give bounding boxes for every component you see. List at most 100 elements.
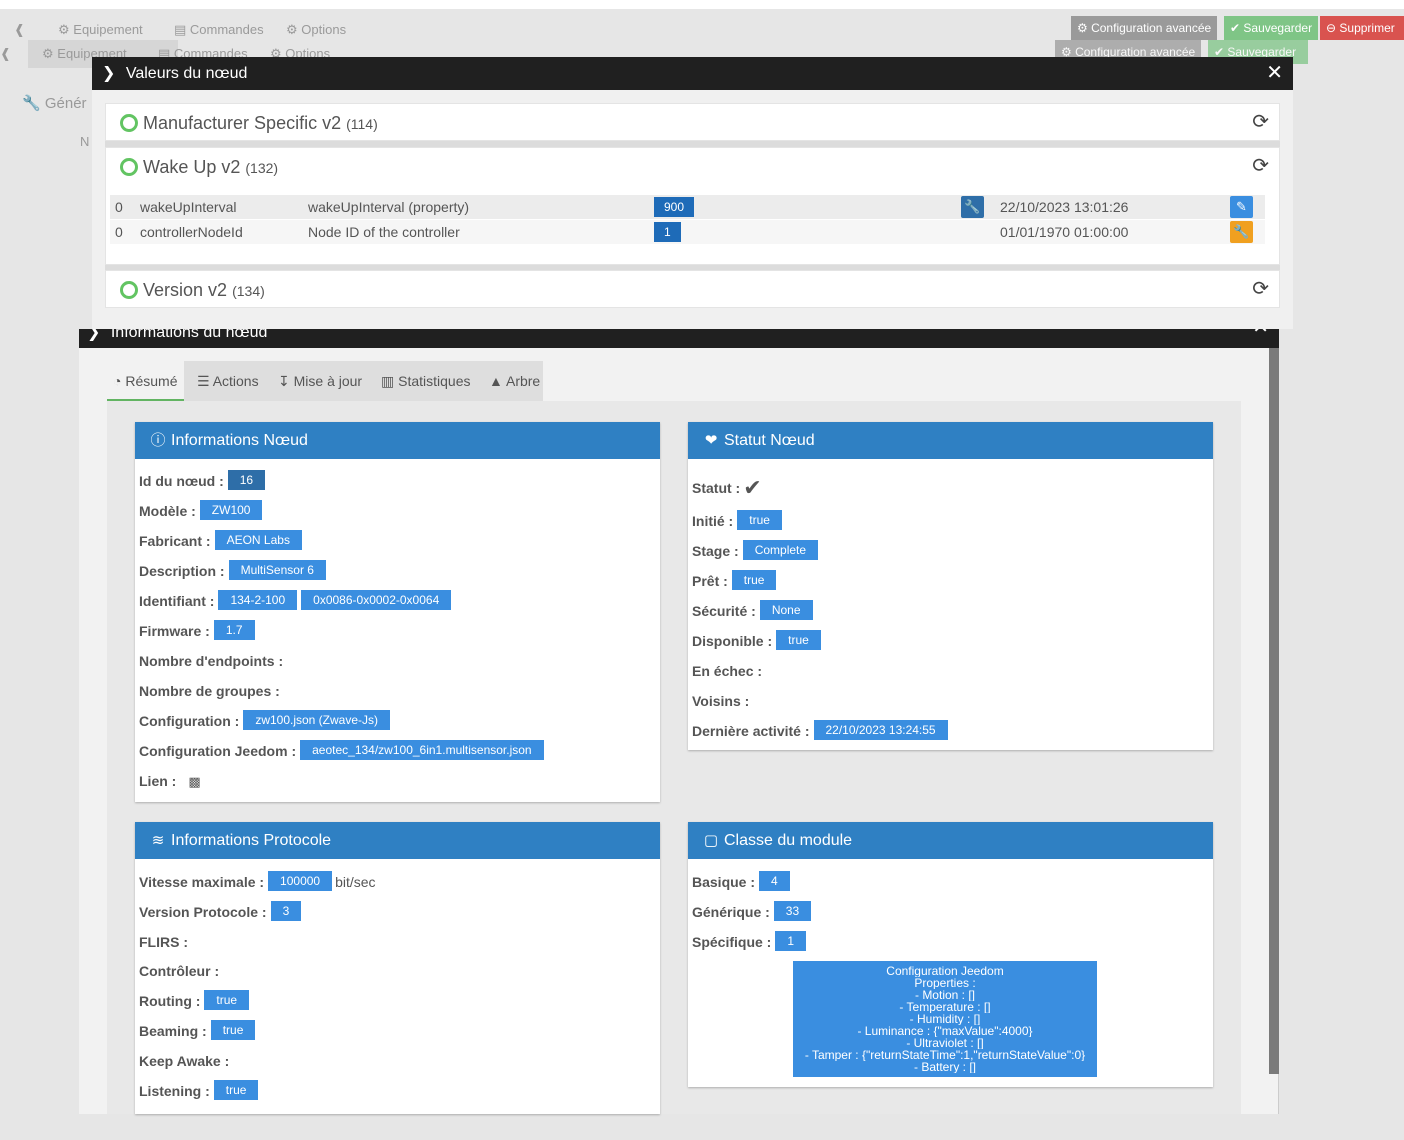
command-class-manufacturer[interactable]: Manufacturer Specific v2 (114) ⟳	[105, 103, 1280, 141]
scrollbar[interactable]	[1269, 348, 1279, 1074]
link-row: Lien : ▩	[139, 773, 201, 789]
name-field-label: N	[80, 134, 90, 149]
maker-row: Fabricant : AEON Labs	[139, 530, 302, 552]
delete-button[interactable]: ⊖ Supprimer	[1320, 16, 1404, 40]
value-description: wakeUpInterval (property)	[308, 199, 470, 215]
identifier-badge: 134-2-100	[218, 590, 298, 610]
tab-actions[interactable]: ☰ Actions	[197, 361, 259, 401]
class-id: (134)	[232, 283, 265, 299]
wrench-icon[interactable]: 🔧	[961, 196, 984, 218]
value-row: 0 controllerNodeId Node ID of the contro…	[110, 220, 1265, 244]
wrench-icon: 🔧	[22, 95, 41, 112]
config-line: - Tamper : {"returnStateTime":1,"returnS…	[804, 1049, 1086, 1061]
stage-row: Stage : Complete	[692, 540, 819, 562]
value-description: Node ID of the controller	[308, 224, 460, 240]
general-tab-label[interactable]: 🔧 Génér	[22, 94, 87, 112]
last-activity-row: Dernière activité :22/10/2023 13:24:55	[692, 720, 948, 742]
failed-row: En échec :	[692, 663, 763, 679]
max-speed-badge: 100000	[268, 871, 333, 891]
initiated-row: Initié : true	[692, 510, 782, 532]
class-name: Wake Up v2	[143, 157, 241, 177]
firmware-row: Firmware :1.7	[139, 620, 255, 642]
edit-pencil-icon[interactable]: ✎	[1230, 196, 1253, 218]
tab-commandes[interactable]: ▤ Commandes	[174, 22, 264, 38]
class-id: (114)	[346, 116, 378, 132]
download-icon: ↧	[278, 373, 290, 389]
config-line: - Luminance : {"maxValue":4000}	[857, 1025, 1033, 1037]
node-info-panel-header: ⓘ Informations Nœud	[135, 422, 660, 459]
available-row: Disponible : true	[692, 630, 821, 652]
speed-unit: bit/sec	[335, 874, 376, 890]
tab-tree[interactable]: ▲ Arbre	[489, 361, 540, 401]
values-modal-title-text: Valeurs du nœud	[125, 65, 248, 82]
node-info-tabs: ◔ Résumé ☰ Actions ↧ Mise à jour ▥ Stati…	[107, 361, 543, 401]
protocol-panel-header: ≋ Informations Protocole	[135, 822, 660, 859]
security-badge: None	[759, 600, 813, 620]
config-line: - Ultraviolet : []	[906, 1037, 984, 1049]
protocol-version-row: Version Protocole :3	[139, 901, 302, 923]
book-icon[interactable]: ▩	[188, 774, 200, 789]
module-class-panel: ▢ Classe du module Basique :4 Générique :…	[688, 822, 1213, 1087]
description-badge: MultiSensor 6	[228, 560, 326, 580]
clipboard-icon: ▢	[703, 832, 719, 849]
tab-update[interactable]: ↧ Mise à jour	[278, 361, 362, 401]
refresh-icon[interactable]: ⟳	[1252, 156, 1269, 176]
node-status-panel-header: ❤ Statut Nœud	[688, 422, 1213, 459]
back-icon[interactable]: ❰	[14, 22, 25, 38]
dashboard-icon: ◔	[113, 373, 122, 389]
command-class-version[interactable]: Version v2 (134) ⟳	[105, 270, 1280, 308]
maker-badge: AEON Labs	[214, 530, 302, 550]
save-button[interactable]: ✔ Sauvegarder	[1224, 16, 1319, 40]
firmware-badge: 1.7	[213, 620, 255, 640]
identifier-hex-badge: 0x0086-0x0002-0x0064	[301, 590, 452, 610]
node-info-modal: ❯ Informations du nœud ✕ ◔ Résumé ☰ Acti…	[79, 329, 1279, 1114]
status-ring-icon	[120, 158, 138, 176]
tab-options[interactable]: ⚙ Options	[286, 22, 346, 38]
refresh-icon[interactable]: ⟳	[1252, 112, 1269, 132]
generic-row: Générique :33	[692, 901, 812, 923]
stage-badge: Complete	[742, 540, 819, 560]
description-row: Description : MultiSensor 6	[139, 560, 326, 582]
page-top-bar	[0, 0, 1404, 9]
sliders-icon: ☰	[197, 373, 210, 389]
chevron-right-icon: ❯	[102, 65, 116, 82]
configuration-row: Configuration : zw100.json (Zwave-Js)	[139, 710, 391, 732]
ready-row: Prêt : true	[692, 570, 777, 592]
value-timestamp: 22/10/2023 13:01:26	[1000, 199, 1129, 215]
close-icon[interactable]: ✕	[1252, 329, 1269, 337]
refresh-icon[interactable]: ⟳	[1252, 279, 1269, 299]
value-badge: 900	[654, 197, 695, 217]
tab-resume[interactable]: ◔ Résumé	[107, 361, 184, 401]
endpoints-row: Nombre d'endpoints :	[139, 653, 284, 669]
model-row: Modèle : ZW100	[139, 500, 263, 522]
heartbeat-icon: ❤	[704, 432, 718, 449]
config-line: - Temperature : []	[899, 1001, 991, 1013]
close-icon[interactable]: ✕	[1266, 57, 1283, 90]
status-ring-icon	[120, 281, 138, 299]
model-badge: ZW100	[199, 500, 263, 520]
chevron-right-icon: ❯	[87, 329, 101, 341]
initiated-badge: true	[737, 510, 782, 530]
value-row: 0 wakeUpInterval wakeUpInterval (propert…	[110, 195, 1265, 219]
tab-statistics[interactable]: ▥ Statistiques	[381, 361, 471, 401]
config-line: - Motion : []	[914, 989, 976, 1001]
module-class-panel-header: ▢ Classe du module	[688, 822, 1213, 859]
tree-icon: ▲	[489, 373, 503, 389]
basic-badge: 4	[759, 871, 790, 891]
generic-badge: 33	[773, 901, 812, 921]
value-index: 0	[115, 199, 123, 215]
info-circle-icon: ⓘ	[150, 432, 166, 449]
tab-equipement[interactable]: ⚙ Equipement	[58, 22, 143, 38]
groups-row: Nombre de groupes :	[139, 683, 280, 699]
jeedom-config-tooltip: Configuration Jeedom Properties : - Moti…	[793, 961, 1097, 1077]
class-name: Version v2	[143, 280, 228, 300]
configuration-badge: zw100.json (Zwave-Js)	[243, 710, 391, 730]
class-name: Manufacturer Specific v2	[143, 113, 342, 133]
config-line: - Battery : []	[913, 1061, 976, 1073]
available-badge: true	[776, 630, 821, 650]
advanced-config-button[interactable]: ⚙ Configuration avancée	[1071, 16, 1218, 40]
wrench-icon[interactable]: 🔧	[1230, 221, 1253, 243]
identifier-row: Identifiant :134-2-100 0x0086-0x0002-0x00…	[139, 590, 452, 612]
listening-row: Listening : true	[139, 1080, 259, 1102]
back-icon[interactable]: ❰	[0, 46, 11, 62]
